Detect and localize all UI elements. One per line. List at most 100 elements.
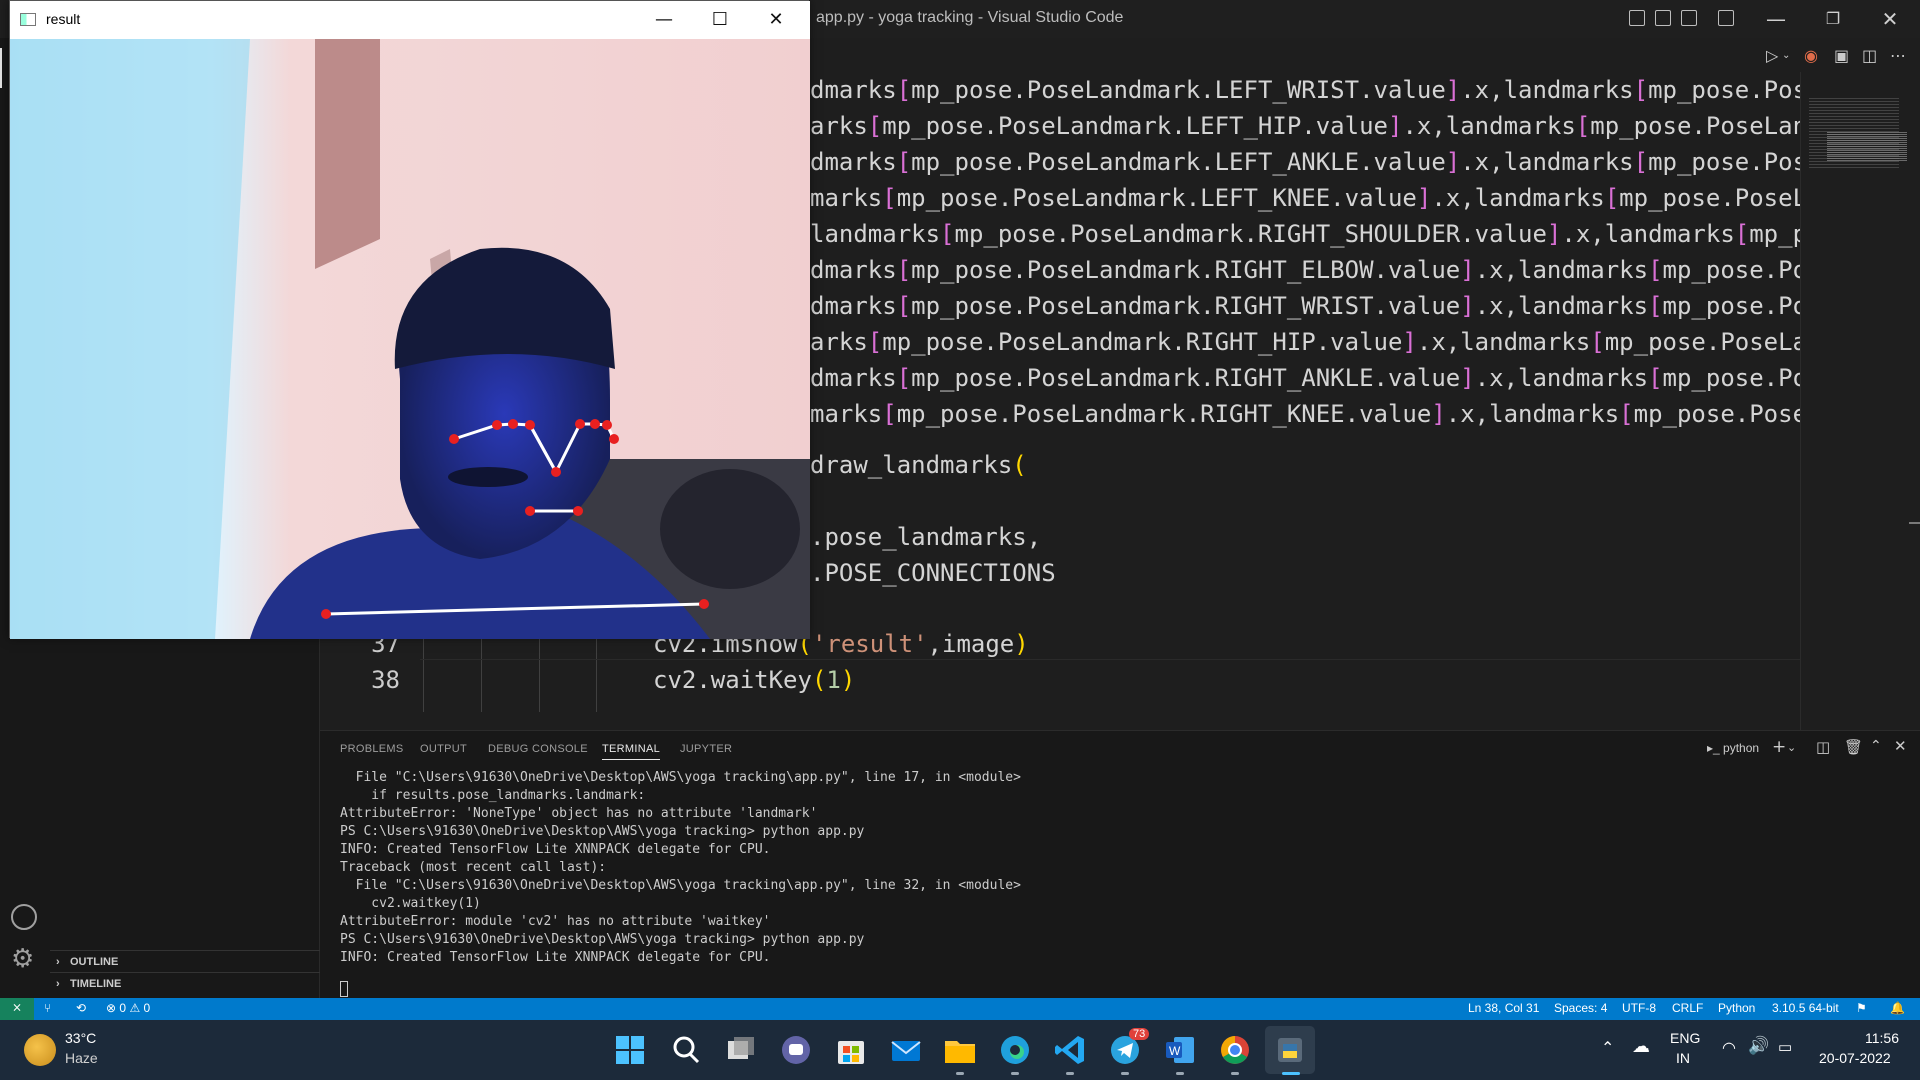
indent-guide: [423, 632, 424, 712]
code-line: .pose_landmarks,: [810, 519, 1041, 555]
mail-icon[interactable]: [888, 1032, 924, 1068]
warning-count: 0: [143, 1001, 151, 1015]
edge-icon[interactable]: [997, 1032, 1033, 1068]
result-title-bar[interactable]: result — ☐ ✕: [10, 1, 810, 39]
result-maximize-button[interactable]: ☐: [692, 5, 748, 35]
timeline-section[interactable]: › TIMELINE: [50, 972, 320, 994]
feedback-icon[interactable]: ⚑: [1856, 1001, 1867, 1015]
code-text: .x,landmarks: [1474, 364, 1649, 392]
encoding[interactable]: UTF-8: [1622, 1001, 1656, 1015]
toggle-sidebar-icon[interactable]: [1629, 10, 1645, 26]
toggle-secondary-sidebar-icon[interactable]: [1681, 10, 1697, 26]
wifi-icon[interactable]: ◠: [1722, 1038, 1736, 1058]
clock-time[interactable]: 11:56: [1865, 1030, 1899, 1046]
maximize-panel-icon[interactable]: ⌃: [1870, 738, 1882, 754]
trash-icon[interactable]: 🗑: [1844, 738, 1863, 756]
word-icon[interactable]: W: [1162, 1032, 1198, 1068]
code-text: mp_pose.PoseLandmark.LEFT_KNEE.value: [896, 184, 1417, 212]
telegram-icon[interactable]: 73: [1107, 1028, 1150, 1068]
weather-icon[interactable]: [24, 1034, 56, 1066]
code-bracket: ]: [1402, 328, 1417, 356]
tab-problems[interactable]: PROBLEMS: [340, 743, 404, 755]
close-panel-icon[interactable]: ✕: [1894, 737, 1907, 755]
tab-debug-console[interactable]: DEBUG CONSOLE: [488, 743, 588, 755]
landmark-point: [525, 506, 535, 516]
copilot-icon[interactable]: ◉: [1804, 46, 1818, 65]
store-icon[interactable]: [833, 1032, 869, 1068]
account-icon[interactable]: [11, 904, 37, 930]
chevron-down-icon[interactable]: ⌄: [1787, 741, 1796, 754]
open-preview-icon[interactable]: ▣: [1834, 46, 1849, 65]
close-button[interactable]: ✕: [1870, 4, 1910, 34]
python-interpreter[interactable]: 3.10.5 64-bit: [1772, 1001, 1839, 1015]
volume-icon[interactable]: 🔊: [1748, 1036, 1769, 1056]
sync-icon[interactable]: ⟲: [76, 1001, 86, 1015]
result-close-button[interactable]: ✕: [748, 5, 804, 35]
split-terminal-icon[interactable]: ◫: [1816, 738, 1830, 756]
code-text: mp_pose.PoseLandmark.RIGHT_KNEE.value: [896, 400, 1432, 428]
svg-text:W: W: [1169, 1044, 1181, 1058]
run-dropdown-icon[interactable]: ⌄: [1782, 50, 1790, 61]
running-indicator: [1066, 1072, 1074, 1075]
lang-primary[interactable]: ENG: [1670, 1030, 1700, 1046]
code-bracket: ]: [1460, 292, 1475, 320]
task-view-icon[interactable]: [723, 1032, 759, 1068]
warning-icon: ⚠: [129, 1001, 141, 1015]
clock-date[interactable]: 20-07-2022: [1819, 1050, 1891, 1066]
branch-icon[interactable]: ⑂: [44, 1001, 51, 1015]
run-icon[interactable]: ▷: [1766, 46, 1778, 65]
terminal-shell-selector[interactable]: ▸_ python: [1707, 741, 1759, 755]
weather-text[interactable]: Haze: [65, 1050, 98, 1066]
code-bracket: [: [882, 400, 897, 428]
windows-start-icon[interactable]: [612, 1032, 648, 1068]
tab-output[interactable]: OUTPUT: [420, 743, 467, 755]
problems-indicator[interactable]: ⊗ 0 ⚠ 0: [106, 1001, 150, 1015]
terminal-line: cv2.waitkey(1): [340, 896, 481, 911]
code-text: mp_pose.PoseLandmark.RIGHT_ELBOW.value: [911, 256, 1461, 284]
battery-icon[interactable]: ▭: [1778, 1038, 1792, 1056]
toggle-panel-icon[interactable]: [1655, 10, 1671, 26]
minimap[interactable]: [1800, 72, 1920, 730]
code-text: ,image: [927, 630, 1015, 658]
python-icon[interactable]: [1272, 1032, 1308, 1068]
file-explorer-icon[interactable]: [942, 1032, 978, 1068]
outline-section[interactable]: › OUTLINE: [50, 950, 320, 972]
tab-terminal[interactable]: TERMINAL: [602, 743, 661, 760]
cursor-position[interactable]: Ln 38, Col 31: [1468, 1001, 1539, 1015]
more-icon[interactable]: ⋯: [1890, 46, 1906, 65]
restore-button[interactable]: ❐: [1813, 4, 1853, 34]
new-terminal-icon[interactable]: +: [1772, 737, 1786, 757]
chevron-up-icon[interactable]: ⌃: [1601, 1038, 1614, 1058]
remote-icon[interactable]: ⨯: [0, 998, 34, 1020]
code-bracket: [: [896, 256, 912, 284]
code-bracket: ]: [1546, 220, 1562, 248]
settings-gear-icon[interactable]: ⚙: [11, 946, 34, 972]
temperature[interactable]: 33°C: [65, 1030, 96, 1046]
search-icon[interactable]: [668, 1032, 704, 1068]
running-indicator: [956, 1072, 964, 1075]
code-paren: ): [840, 666, 856, 694]
running-indicator: [1176, 1072, 1184, 1075]
minimize-button[interactable]: —: [1756, 4, 1796, 34]
landmark-point: [590, 419, 600, 429]
lang-secondary[interactable]: IN: [1676, 1050, 1690, 1066]
code-text: mp_p: [1749, 220, 1808, 248]
language-mode[interactable]: Python: [1718, 1001, 1755, 1015]
code-text: mp_pose.PoseLan: [1590, 112, 1808, 140]
onedrive-icon[interactable]: ☁: [1632, 1036, 1650, 1057]
end-of-line[interactable]: CRLF: [1672, 1001, 1703, 1015]
indentation[interactable]: Spaces: 4: [1554, 1001, 1607, 1015]
split-editor-icon[interactable]: ◫: [1862, 46, 1877, 65]
code-paren: (: [1012, 451, 1027, 479]
customize-layout-icon[interactable]: [1718, 10, 1734, 26]
code-bracket: ]: [1445, 148, 1461, 176]
result-minimize-button[interactable]: —: [636, 5, 692, 35]
code-text: .x,landmarks: [1561, 220, 1735, 248]
vscode-icon[interactable]: [1052, 1032, 1088, 1068]
tab-jupyter[interactable]: JUPYTER: [680, 743, 732, 755]
teams-chat-icon[interactable]: [778, 1032, 814, 1068]
chrome-icon[interactable]: [1217, 1032, 1253, 1068]
code-line: dmarks[mp_pose.PoseLandmark.RIGHT_WRIST.…: [810, 288, 1807, 324]
bell-icon[interactable]: 🔔: [1890, 1001, 1905, 1015]
result-window[interactable]: result — ☐ ✕: [9, 0, 810, 639]
